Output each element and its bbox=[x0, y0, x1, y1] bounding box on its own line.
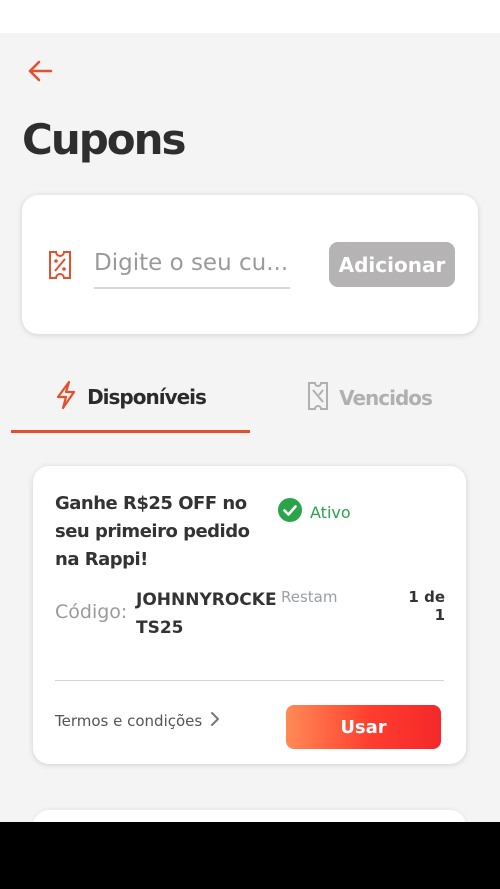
coupon-ticket-icon bbox=[48, 250, 72, 284]
coupons-screen: Cupons Adicionar Disponíveis V bbox=[0, 33, 500, 822]
system-nav-bar bbox=[0, 822, 500, 889]
add-coupon-card: Adicionar bbox=[22, 195, 478, 334]
back-button[interactable] bbox=[22, 55, 58, 91]
coupon-code: JOHNNYROCKETS25 bbox=[136, 590, 277, 638]
status-bar bbox=[0, 0, 500, 33]
status-badge: Ativo bbox=[278, 498, 351, 526]
code-label: Código: bbox=[55, 601, 128, 623]
terms-label: Termos e condições bbox=[55, 712, 203, 730]
tab-expired-label: Vencidos bbox=[339, 386, 433, 410]
expired-ticket-icon bbox=[307, 381, 329, 415]
divider bbox=[55, 680, 444, 681]
add-coupon-button[interactable]: Adicionar bbox=[329, 242, 455, 287]
use-coupon-button[interactable]: Usar bbox=[286, 705, 441, 749]
tab-available-label: Disponíveis bbox=[87, 384, 207, 409]
tab-expired[interactable]: Vencidos bbox=[250, 363, 489, 433]
page-title: Cupons bbox=[22, 115, 187, 164]
check-circle-icon bbox=[278, 498, 302, 526]
terms-link[interactable]: Termos e condições bbox=[55, 710, 222, 732]
remaining-value: 1 de 1 bbox=[408, 588, 445, 624]
status-label: Ativo bbox=[310, 502, 351, 522]
lightning-icon bbox=[55, 380, 77, 414]
next-coupon-card bbox=[33, 810, 466, 822]
remaining-label: Restam bbox=[281, 588, 338, 606]
arrow-left-icon bbox=[27, 60, 53, 86]
chevron-right-icon bbox=[208, 710, 222, 732]
coupon-card: Ganhe R$25 OFF no seu primeiro pedido na… bbox=[33, 466, 466, 764]
coupon-code-input[interactable] bbox=[94, 239, 290, 289]
coupon-title: Ganhe R$25 OFF no seu primeiro pedido na… bbox=[55, 493, 250, 570]
tab-available[interactable]: Disponíveis bbox=[11, 363, 250, 433]
